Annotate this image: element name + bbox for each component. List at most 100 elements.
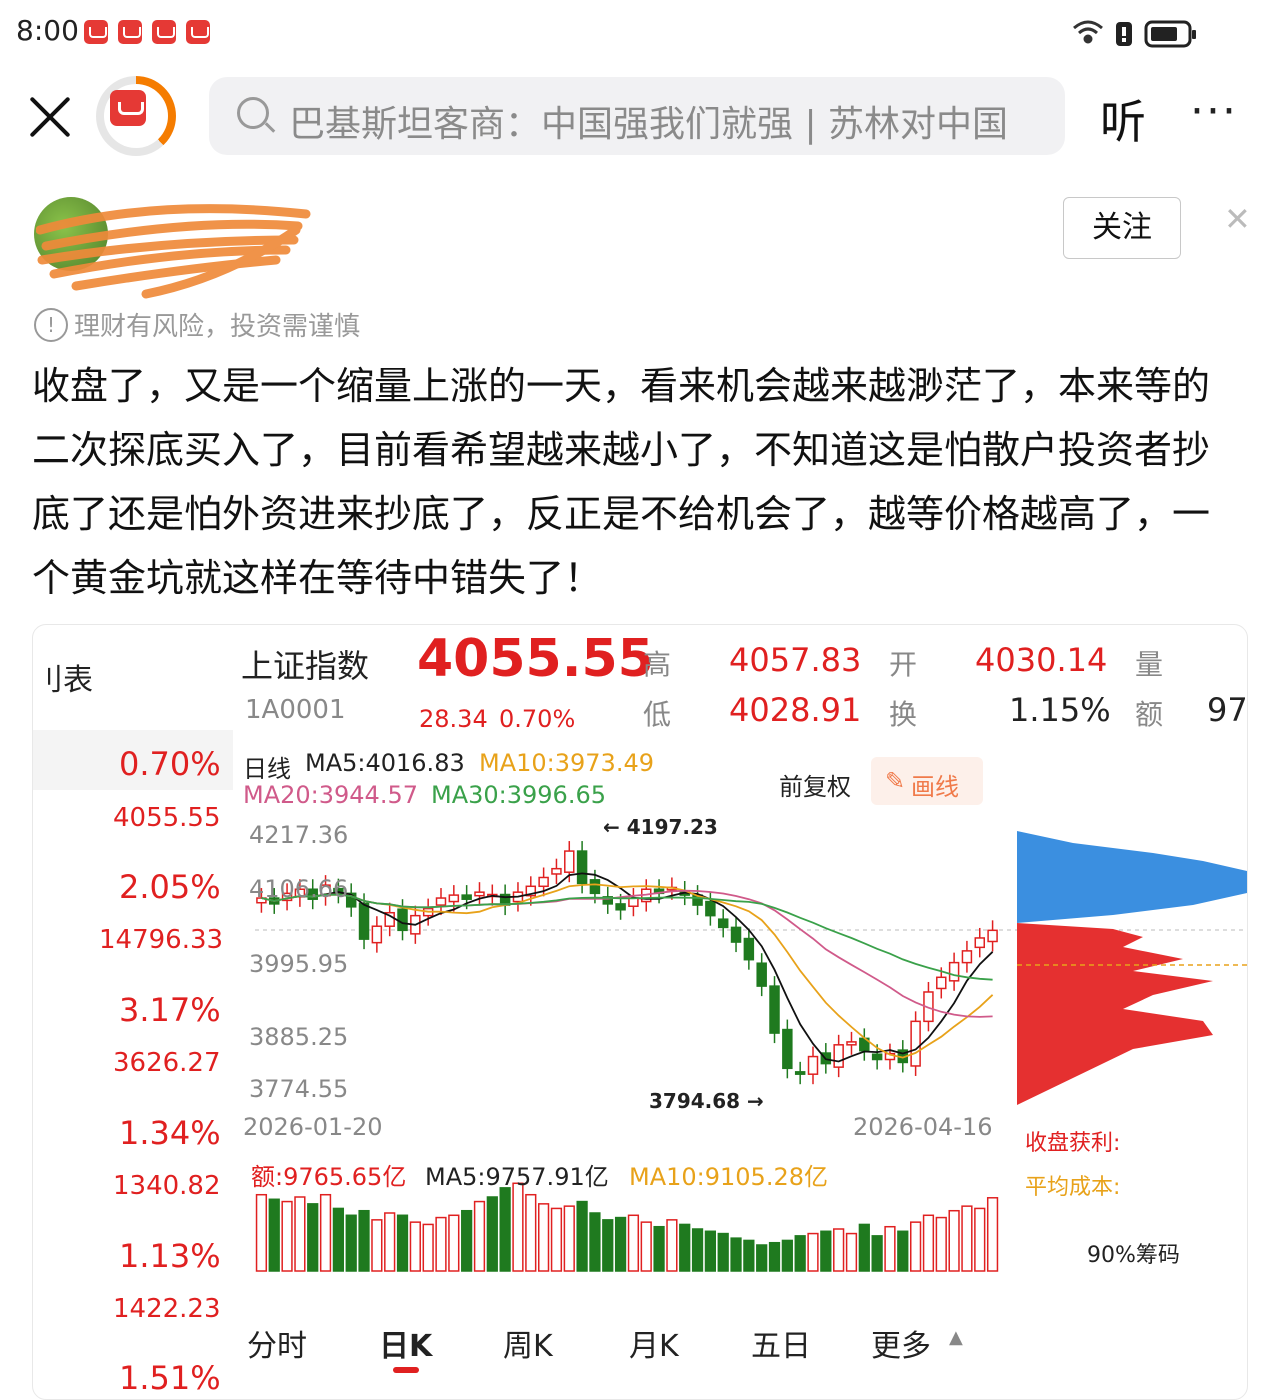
dismiss-close-icon[interactable]: ✕ xyxy=(1224,200,1251,238)
tab-monthly-k[interactable]: 月K xyxy=(629,1321,679,1365)
volume-bar xyxy=(332,1207,345,1272)
huawei-app-icon xyxy=(84,20,108,44)
candle-body xyxy=(615,903,626,911)
volume-bar xyxy=(602,1219,614,1272)
volume-bar xyxy=(794,1235,806,1272)
volume-bar xyxy=(807,1232,819,1272)
candle-body xyxy=(782,1028,793,1070)
volume-bar xyxy=(897,1230,909,1272)
volume-bar xyxy=(717,1232,729,1272)
volume-bar xyxy=(935,1216,947,1272)
active-tab-indicator xyxy=(393,1367,419,1373)
low-marker-value: 3794.68 xyxy=(649,1089,741,1113)
search-bar[interactable]: 巴基斯坦客商：中国强我们就强 | 苏林对中国 xyxy=(209,77,1065,155)
listen-button[interactable]: 听 xyxy=(1100,86,1146,152)
volume-bar xyxy=(537,1203,550,1272)
close-icon[interactable] xyxy=(26,92,76,142)
volume-bar xyxy=(679,1223,691,1272)
chip-distribution-profit xyxy=(1017,831,1247,923)
y-tick: 3774.55 xyxy=(249,1075,349,1103)
candle-body xyxy=(807,1055,819,1075)
candle-body xyxy=(589,879,601,895)
candle-body xyxy=(910,1020,921,1067)
status-icons xyxy=(1073,20,1196,48)
volume-bar xyxy=(871,1235,883,1272)
candle-body xyxy=(743,937,755,961)
volume-bar xyxy=(525,1193,537,1272)
candle-body xyxy=(756,962,767,987)
volume-bar xyxy=(986,1197,999,1272)
app-logo-progress[interactable] xyxy=(96,76,176,156)
volume-bar xyxy=(589,1212,601,1272)
volume-bar xyxy=(730,1237,742,1272)
candle-body xyxy=(730,926,742,943)
candle-body xyxy=(538,876,549,888)
ma20-line xyxy=(261,889,993,1018)
volume-bar xyxy=(704,1230,717,1272)
candle-body xyxy=(371,925,383,944)
volume-bar xyxy=(281,1200,293,1272)
volume-bar xyxy=(307,1203,319,1272)
candle-body xyxy=(397,908,408,932)
candle-body xyxy=(974,937,985,949)
profit-label: 收盘获利: xyxy=(1025,1131,1121,1156)
candle-body xyxy=(705,900,716,917)
candle-body xyxy=(794,1071,806,1075)
volume-bar xyxy=(845,1232,858,1272)
candle-body xyxy=(948,961,960,982)
candle-body xyxy=(474,891,485,897)
volume-bar xyxy=(781,1239,793,1272)
candle-body xyxy=(871,1053,883,1061)
y-tick: 3995.95 xyxy=(249,950,349,978)
volume-bar xyxy=(396,1214,409,1272)
volume-bar xyxy=(268,1198,280,1272)
vol-ma5: MA5:9757.91亿 xyxy=(425,1163,609,1191)
volume-bar xyxy=(653,1225,665,1272)
volume-bar xyxy=(422,1223,434,1272)
candle-body xyxy=(358,902,370,940)
volume-bar xyxy=(384,1212,396,1272)
volume-bar xyxy=(473,1200,486,1272)
high-marker-value: 4197.23 xyxy=(626,815,718,839)
volume-bar xyxy=(255,1193,268,1272)
avgcost-label: 平均成本: xyxy=(1025,1175,1121,1200)
candle-body xyxy=(936,976,947,990)
follow-button[interactable]: 关注 xyxy=(1063,197,1181,259)
huawei-logo-icon xyxy=(110,90,146,126)
more-menu-button[interactable]: ··· xyxy=(1190,86,1238,137)
volume-bar xyxy=(666,1219,678,1272)
volume-bar xyxy=(961,1205,973,1272)
volume-bar xyxy=(974,1207,986,1272)
candle-body xyxy=(564,850,575,873)
volume-bar xyxy=(319,1193,332,1272)
risk-notice: 理财有风险，投资需谨慎 xyxy=(74,312,361,342)
volume-bar xyxy=(640,1221,652,1272)
low-marker: 3794.68 → xyxy=(649,1089,764,1113)
stock-screenshot: 刂表 0.70% 4055.55 2.05% 14796.33 3.17% 36… xyxy=(32,624,1248,1400)
post-body: 收盘了，又是一个缩量上涨的一天，看来机会越来越渺茫了，本来等的二次探底买入了，目… xyxy=(32,364,1211,600)
volume-bar xyxy=(627,1214,640,1272)
candle-body xyxy=(717,918,729,929)
wifi-icon xyxy=(1073,20,1103,44)
volume-bar xyxy=(345,1214,357,1272)
huawei-app-icon xyxy=(152,20,176,44)
candle-body xyxy=(448,894,460,903)
volume-bar xyxy=(922,1214,935,1272)
tab-daily-k[interactable]: 日K xyxy=(379,1321,432,1365)
volume-bar xyxy=(743,1239,755,1272)
volume-bar xyxy=(461,1209,473,1272)
tab-weekly-k[interactable]: 周K xyxy=(503,1321,553,1365)
caret-up-icon: ▲ xyxy=(949,1327,963,1348)
volume-bar xyxy=(435,1216,447,1272)
tab-intraday[interactable]: 分时 xyxy=(247,1321,307,1365)
volume-bar xyxy=(448,1214,460,1272)
volume-bar xyxy=(833,1228,845,1272)
tab-five-day[interactable]: 五日 xyxy=(751,1321,811,1365)
volume-bar xyxy=(371,1219,383,1272)
date-start: 2026-01-20 xyxy=(243,1113,383,1141)
volume-bar xyxy=(909,1221,922,1272)
vol-amount: 额:9765.65亿 xyxy=(251,1163,407,1191)
volume-bar xyxy=(512,1182,524,1272)
volume-bar xyxy=(358,1209,370,1272)
tab-more[interactable]: 更多 xyxy=(871,1321,931,1365)
